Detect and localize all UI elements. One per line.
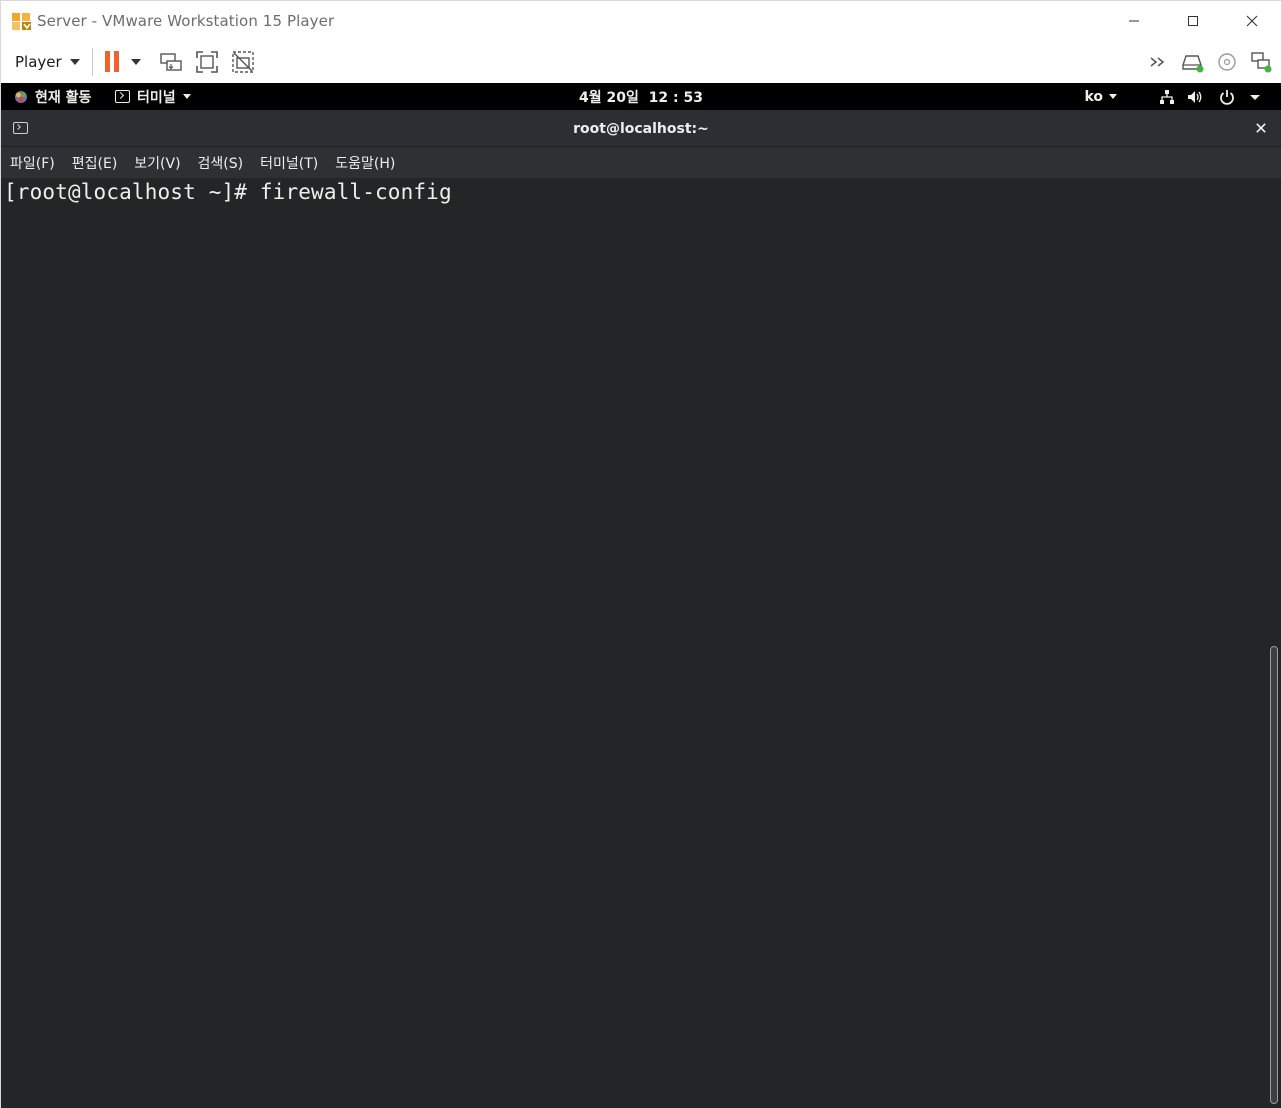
send-ctrl-alt-del-icon <box>159 52 182 71</box>
chevron-down-icon <box>182 94 191 99</box>
terminal-close-button[interactable] <box>1251 118 1271 138</box>
input-language-label: ko <box>1084 88 1103 105</box>
unity-button[interactable] <box>231 50 255 74</box>
vmware-player-logo-icon <box>12 12 31 30</box>
maximize-icon <box>1187 16 1198 26</box>
hard-disk-icon <box>1182 54 1204 72</box>
player-menu-label: Player <box>15 52 62 71</box>
minimize-icon <box>1128 20 1139 22</box>
menu-terminal[interactable]: 터미널(T) <box>260 153 318 173</box>
cd-dvd-button[interactable] <box>1215 50 1239 74</box>
terminal-scrollbar-thumb[interactable] <box>1270 646 1278 1104</box>
double-chevron-right-icon <box>1150 56 1165 67</box>
full-screen-button[interactable] <box>195 50 219 74</box>
chevron-down-icon <box>1109 94 1117 99</box>
menu-file[interactable]: 파일(F) <box>10 153 55 173</box>
vmware-title-bar: Server - VMware Workstation 15 Player <box>0 0 1282 40</box>
terminal-icon <box>115 90 130 103</box>
cd-dvd-icon <box>1218 52 1236 71</box>
unity-icon <box>231 50 254 73</box>
close-button[interactable] <box>1222 1 1281 41</box>
hard-disk-button[interactable] <box>1181 50 1205 74</box>
gnome-top-bar: 현재 활동 터미널 4월 20일 12 : 53 ko <box>1 83 1281 110</box>
pause-options-chevron-down-icon[interactable] <box>130 58 141 65</box>
menu-search[interactable]: 검색(S) <box>198 153 244 173</box>
minimize-button[interactable] <box>1104 1 1163 41</box>
shell-prompt: [root@localhost ~]# <box>4 180 248 204</box>
close-icon <box>1246 15 1257 27</box>
app-menu-label: 터미널 <box>137 89 176 106</box>
typed-command: firewall-config <box>259 180 452 204</box>
menu-help[interactable]: 도움말(H) <box>335 153 395 173</box>
clock[interactable]: 4월 20일 12 : 53 <box>579 87 703 107</box>
terminal-window-title: root@localhost:~ <box>573 120 709 137</box>
activities-button[interactable]: 현재 활동 <box>13 83 91 110</box>
volume-icon[interactable] <box>1187 89 1203 105</box>
app-menu-button[interactable]: 터미널 <box>115 83 191 110</box>
pause-button[interactable] <box>104 47 141 77</box>
vmware-toolbar: Player <box>0 40 1282 83</box>
terminal-menu-bar: 파일(F) 편집(E) 보기(V) 검색(S) 터미널(T) 도움말(H) <box>1 147 1281 178</box>
maximize-button[interactable] <box>1163 1 1222 41</box>
toolbar-divider <box>91 47 93 76</box>
terminal-line: [root@localhost ~]# firewall-config <box>4 180 452 204</box>
more-devices-button[interactable] <box>1147 50 1171 74</box>
chevron-down-icon <box>69 58 80 65</box>
pause-icon <box>104 51 119 72</box>
network-wired-icon[interactable] <box>1159 89 1175 105</box>
guest-display[interactable]: 현재 활동 터미널 4월 20일 12 : 53 ko root@localho… <box>0 83 1282 1108</box>
network-adapter-button[interactable] <box>1249 50 1273 74</box>
send-ctrl-alt-del-button[interactable] <box>159 50 183 74</box>
terminal-text-area[interactable]: [root@localhost ~]# firewall-config <box>1 178 1281 1108</box>
close-icon <box>1256 123 1266 133</box>
player-menu-button[interactable]: Player <box>15 47 80 77</box>
input-language-button[interactable]: ko <box>1084 89 1117 105</box>
network-adapter-icon <box>1251 51 1272 72</box>
full-screen-icon <box>195 50 218 73</box>
terminal-header-bar: root@localhost:~ <box>1 110 1281 147</box>
menu-edit[interactable]: 편집(E) <box>72 153 118 173</box>
window-title: Server - VMware Workstation 15 Player <box>37 11 335 30</box>
chevron-down-icon[interactable] <box>1247 89 1263 105</box>
activities-label: 현재 활동 <box>35 89 92 106</box>
activities-icon <box>15 90 27 103</box>
menu-view[interactable]: 보기(V) <box>134 153 180 173</box>
power-icon[interactable] <box>1219 89 1235 105</box>
